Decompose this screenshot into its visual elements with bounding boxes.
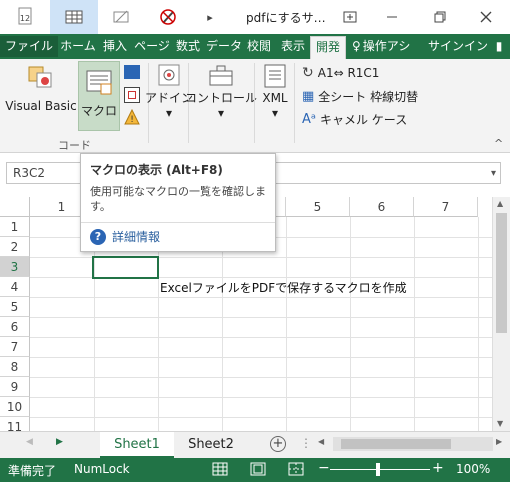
addin-icon xyxy=(158,64,180,86)
refresh-icon: ↻ xyxy=(302,65,314,81)
table-view-icon[interactable] xyxy=(50,0,98,34)
tab-developer[interactable]: 開発 xyxy=(310,36,346,59)
tab-home[interactable]: ホーム xyxy=(60,36,96,57)
tab-insert[interactable]: 挿入 xyxy=(98,36,132,57)
column-header[interactable]: 5 xyxy=(286,197,350,217)
a1-r1c1-toggle[interactable]: ↻ A1⇔ R1C1 xyxy=(302,65,379,81)
sheet-options-icon[interactable]: ⋮ xyxy=(300,436,312,450)
tab-review[interactable]: 校閲 xyxy=(242,36,276,57)
ribbon-tab-bar: ファイル ホーム 挿入 ページ 数式 データ 校閲 表示 開発 ♀ 操作アシ サ… xyxy=(0,34,510,59)
macro-tooltip: マクロの表示 (Alt+F8) 使用可能なマクロの一覧を確認します。 ? 詳細情… xyxy=(80,153,276,252)
row-header[interactable]: 1 xyxy=(0,217,30,237)
sheet-tab-sheet2[interactable]: Sheet2 xyxy=(176,432,246,458)
status-numlock: NumLock xyxy=(74,462,130,476)
share-icon[interactable]: ▮ xyxy=(492,36,506,57)
scroll-left-icon[interactable]: ◀ xyxy=(318,437,324,446)
sheet-tab-bar: ◀ ▶ Sheet1 Sheet2 + ⋮ ◀ ▶ xyxy=(0,431,510,458)
scroll-up-icon[interactable]: ▲ xyxy=(497,199,503,208)
sheet-prev-icon[interactable]: ◀ xyxy=(26,437,33,447)
maximize-icon[interactable] xyxy=(420,0,460,34)
tab-page-layout[interactable]: ページ xyxy=(134,36,170,57)
scrollbar-thumb[interactable] xyxy=(496,213,507,333)
relative-reference-icon[interactable] xyxy=(124,87,140,103)
record-macro-icon[interactable] xyxy=(124,65,140,79)
row-header[interactable]: 11 xyxy=(0,417,30,431)
collapse-ribbon-icon[interactable]: ^ xyxy=(494,137,503,150)
horizontal-scrollbar[interactable] xyxy=(333,437,493,451)
row-header[interactable]: 10 xyxy=(0,397,30,417)
macro-security-icon[interactable]: ! xyxy=(124,108,140,128)
svg-text:!: ! xyxy=(130,115,134,125)
active-cell[interactable] xyxy=(92,256,159,279)
row-header[interactable]: 2 xyxy=(0,237,30,257)
row-header[interactable]: 7 xyxy=(0,337,30,357)
tooltip-more-info-link[interactable]: ? 詳細情報 xyxy=(90,228,160,245)
xml-icon xyxy=(264,64,286,88)
minimize-icon[interactable] xyxy=(372,0,412,34)
page-break-view-icon[interactable] xyxy=(288,462,304,479)
scroll-right-icon[interactable]: ▶ xyxy=(496,437,502,446)
macro-icon xyxy=(86,70,112,95)
chevron-down-icon[interactable]: ▾ xyxy=(491,164,496,184)
more-icon[interactable]: ▸ xyxy=(196,0,224,34)
camel-case-icon: Aᵃ xyxy=(302,112,316,127)
row-header[interactable]: 3 xyxy=(0,257,30,277)
help-icon: ? xyxy=(90,228,106,245)
row-header[interactable]: 9 xyxy=(0,377,30,397)
vertical-scrollbar[interactable]: ▲ ▼ xyxy=(492,197,510,431)
addin-button[interactable]: アドイン ▾ xyxy=(145,63,193,121)
column-header[interactable]: 7 xyxy=(414,197,478,217)
status-ready: 準備完了 xyxy=(8,464,57,478)
scrollbar-thumb[interactable] xyxy=(341,439,451,449)
scroll-down-icon[interactable]: ▼ xyxy=(497,419,503,428)
window-title: pdfにするサ… xyxy=(246,11,326,25)
excel-file-icon[interactable]: 12 xyxy=(0,0,50,34)
zoom-level[interactable]: 100% xyxy=(456,462,490,476)
status-bar: 準備完了 NumLock − + 100% xyxy=(0,458,510,482)
row-header[interactable]: 5 xyxy=(0,297,30,317)
zoom-in-button[interactable]: + xyxy=(432,460,444,476)
tab-file[interactable]: ファイル xyxy=(0,36,58,57)
tell-me-box[interactable]: ♀ 操作アシ xyxy=(352,36,422,57)
title-bar: 12 ▸ pdfにするサ… xyxy=(0,0,510,34)
tab-formulas[interactable]: 数式 xyxy=(170,36,206,57)
tab-data[interactable]: データ xyxy=(206,36,242,57)
visual-basic-icon xyxy=(28,66,52,88)
xml-button[interactable]: XML ▾ xyxy=(258,63,292,121)
tab-view[interactable]: 表示 xyxy=(276,36,310,57)
zoom-out-button[interactable]: − xyxy=(318,460,330,476)
svg-text:12: 12 xyxy=(20,14,30,23)
tooltip-title: マクロの表示 (Alt+F8) xyxy=(90,163,223,177)
control-button[interactable]: コントロール ▾ xyxy=(185,63,257,121)
row-header[interactable]: 4 xyxy=(0,277,30,297)
draw-icon[interactable] xyxy=(98,0,144,34)
toolbox-icon xyxy=(209,65,233,86)
restore-ribbon-icon[interactable] xyxy=(336,0,364,34)
zoom-slider-thumb[interactable] xyxy=(376,463,380,476)
lightbulb-icon: ♀ xyxy=(352,39,361,53)
ribbon: Visual Basic マクロ ! コード アドイン ▾ コントロール ▾ X… xyxy=(0,59,510,153)
visual-basic-button[interactable]: Visual Basic xyxy=(4,63,78,113)
sheet-next-icon[interactable]: ▶ xyxy=(56,437,63,447)
select-all-corner[interactable] xyxy=(0,197,30,217)
group-code-label: コード xyxy=(58,139,91,152)
sheet-tab-sheet1[interactable]: Sheet1 xyxy=(100,432,174,458)
gridlines-toggle[interactable]: ▦ 全シート 枠線切替 xyxy=(302,88,418,105)
row-header[interactable]: 8 xyxy=(0,357,30,377)
camel-case-button[interactable]: Aᵃ キャメル ケース xyxy=(302,111,407,128)
no-pen-icon[interactable] xyxy=(148,0,188,34)
add-sheet-icon[interactable]: + xyxy=(270,436,286,452)
signin-link[interactable]: サインイン xyxy=(428,36,488,57)
macro-button[interactable]: マクロ xyxy=(78,61,120,131)
column-header[interactable]: 6 xyxy=(350,197,414,217)
cell-text: ExcelファイルをPDFで保存するマクロを作成 xyxy=(160,281,407,295)
close-icon[interactable] xyxy=(466,0,506,34)
page-layout-view-icon[interactable] xyxy=(250,462,266,479)
row-header[interactable]: 6 xyxy=(0,317,30,337)
grid-icon: ▦ xyxy=(302,89,315,104)
normal-view-icon[interactable] xyxy=(212,462,228,479)
tooltip-description: 使用可能なマクロの一覧を確認します。 xyxy=(90,185,266,213)
zoom-slider[interactable] xyxy=(330,469,430,470)
